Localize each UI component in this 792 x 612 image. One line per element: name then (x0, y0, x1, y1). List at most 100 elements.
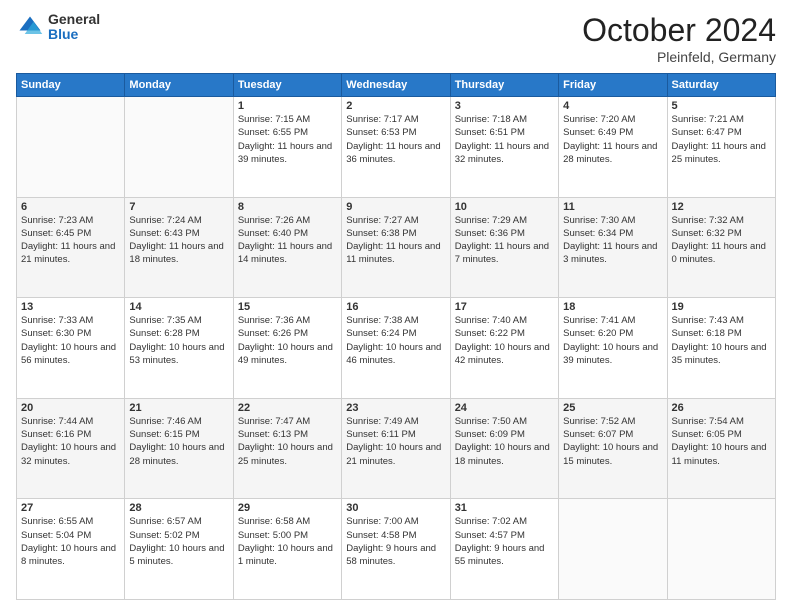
day-number: 17 (455, 301, 554, 313)
sunrise-text: Sunrise: 7:47 AM (238, 415, 337, 428)
day-cell-14: 14Sunrise: 7:35 AMSunset: 6:28 PMDayligh… (125, 298, 233, 399)
daylight-text: Daylight: 10 hours and 56 minutes. (21, 341, 120, 368)
day-cell-11: 11Sunrise: 7:30 AMSunset: 6:34 PMDayligh… (559, 197, 667, 298)
daylight-text: Daylight: 10 hours and 8 minutes. (21, 542, 120, 569)
day-info: Sunrise: 6:58 AMSunset: 5:00 PMDaylight:… (238, 515, 337, 568)
day-info: Sunrise: 7:27 AMSunset: 6:38 PMDaylight:… (346, 214, 445, 267)
day-number: 23 (346, 402, 445, 414)
daylight-text: Daylight: 10 hours and 25 minutes. (238, 441, 337, 468)
day-cell-9: 9Sunrise: 7:27 AMSunset: 6:38 PMDaylight… (342, 197, 450, 298)
day-cell-empty (125, 97, 233, 198)
day-info: Sunrise: 7:17 AMSunset: 6:53 PMDaylight:… (346, 113, 445, 166)
day-cell-empty (667, 499, 775, 600)
weekday-header-row: SundayMondayTuesdayWednesdayThursdayFrid… (17, 74, 776, 97)
day-number: 9 (346, 201, 445, 213)
logo-text: General Blue (48, 12, 100, 43)
day-cell-19: 19Sunrise: 7:43 AMSunset: 6:18 PMDayligh… (667, 298, 775, 399)
sunset-text: Sunset: 6:15 PM (129, 428, 228, 441)
day-info: Sunrise: 7:21 AMSunset: 6:47 PMDaylight:… (672, 113, 771, 166)
day-cell-26: 26Sunrise: 7:54 AMSunset: 6:05 PMDayligh… (667, 398, 775, 499)
day-number: 16 (346, 301, 445, 313)
week-row-5: 27Sunrise: 6:55 AMSunset: 5:04 PMDayligh… (17, 499, 776, 600)
day-cell-18: 18Sunrise: 7:41 AMSunset: 6:20 PMDayligh… (559, 298, 667, 399)
daylight-text: Daylight: 10 hours and 15 minutes. (563, 441, 662, 468)
day-info: Sunrise: 7:47 AMSunset: 6:13 PMDaylight:… (238, 415, 337, 468)
day-number: 7 (129, 201, 228, 213)
day-number: 5 (672, 100, 771, 112)
sunset-text: Sunset: 6:49 PM (563, 126, 662, 139)
day-number: 30 (346, 502, 445, 514)
logo-icon (16, 13, 44, 41)
day-cell-8: 8Sunrise: 7:26 AMSunset: 6:40 PMDaylight… (233, 197, 341, 298)
day-number: 24 (455, 402, 554, 414)
sunset-text: Sunset: 6:34 PM (563, 227, 662, 240)
daylight-text: Daylight: 10 hours and 35 minutes. (672, 341, 771, 368)
day-cell-7: 7Sunrise: 7:24 AMSunset: 6:43 PMDaylight… (125, 197, 233, 298)
sunrise-text: Sunrise: 7:30 AM (563, 214, 662, 227)
sunset-text: Sunset: 6:45 PM (21, 227, 120, 240)
day-info: Sunrise: 7:36 AMSunset: 6:26 PMDaylight:… (238, 314, 337, 367)
day-number: 19 (672, 301, 771, 313)
day-info: Sunrise: 7:41 AMSunset: 6:20 PMDaylight:… (563, 314, 662, 367)
sunset-text: Sunset: 6:43 PM (129, 227, 228, 240)
day-info: Sunrise: 7:29 AMSunset: 6:36 PMDaylight:… (455, 214, 554, 267)
day-number: 3 (455, 100, 554, 112)
sunrise-text: Sunrise: 7:50 AM (455, 415, 554, 428)
logo-blue-text: Blue (48, 27, 100, 42)
sunrise-text: Sunrise: 6:55 AM (21, 515, 120, 528)
day-info: Sunrise: 7:18 AMSunset: 6:51 PMDaylight:… (455, 113, 554, 166)
weekday-header-sunday: Sunday (17, 74, 125, 97)
sunrise-text: Sunrise: 7:38 AM (346, 314, 445, 327)
sunrise-text: Sunrise: 7:33 AM (21, 314, 120, 327)
weekday-header-saturday: Saturday (667, 74, 775, 97)
week-row-4: 20Sunrise: 7:44 AMSunset: 6:16 PMDayligh… (17, 398, 776, 499)
daylight-text: Daylight: 11 hours and 28 minutes. (563, 140, 662, 167)
sunset-text: Sunset: 6:47 PM (672, 126, 771, 139)
day-cell-13: 13Sunrise: 7:33 AMSunset: 6:30 PMDayligh… (17, 298, 125, 399)
day-cell-31: 31Sunrise: 7:02 AMSunset: 4:57 PMDayligh… (450, 499, 558, 600)
sunset-text: Sunset: 6:18 PM (672, 327, 771, 340)
daylight-text: Daylight: 10 hours and 5 minutes. (129, 542, 228, 569)
day-info: Sunrise: 7:54 AMSunset: 6:05 PMDaylight:… (672, 415, 771, 468)
sunrise-text: Sunrise: 7:27 AM (346, 214, 445, 227)
day-cell-29: 29Sunrise: 6:58 AMSunset: 5:00 PMDayligh… (233, 499, 341, 600)
sunset-text: Sunset: 6:30 PM (21, 327, 120, 340)
day-number: 4 (563, 100, 662, 112)
day-cell-23: 23Sunrise: 7:49 AMSunset: 6:11 PMDayligh… (342, 398, 450, 499)
sunrise-text: Sunrise: 7:54 AM (672, 415, 771, 428)
day-number: 20 (21, 402, 120, 414)
daylight-text: Daylight: 10 hours and 42 minutes. (455, 341, 554, 368)
day-info: Sunrise: 6:55 AMSunset: 5:04 PMDaylight:… (21, 515, 120, 568)
daylight-text: Daylight: 11 hours and 14 minutes. (238, 240, 337, 267)
sunrise-text: Sunrise: 7:44 AM (21, 415, 120, 428)
day-number: 15 (238, 301, 337, 313)
sunset-text: Sunset: 6:05 PM (672, 428, 771, 441)
day-cell-empty (17, 97, 125, 198)
day-info: Sunrise: 7:49 AMSunset: 6:11 PMDaylight:… (346, 415, 445, 468)
sunrise-text: Sunrise: 7:18 AM (455, 113, 554, 126)
sunset-text: Sunset: 6:36 PM (455, 227, 554, 240)
sunrise-text: Sunrise: 7:41 AM (563, 314, 662, 327)
sunset-text: Sunset: 5:02 PM (129, 529, 228, 542)
sunrise-text: Sunrise: 7:46 AM (129, 415, 228, 428)
sunrise-text: Sunrise: 7:43 AM (672, 314, 771, 327)
daylight-text: Daylight: 10 hours and 39 minutes. (563, 341, 662, 368)
day-cell-24: 24Sunrise: 7:50 AMSunset: 6:09 PMDayligh… (450, 398, 558, 499)
daylight-text: Daylight: 10 hours and 46 minutes. (346, 341, 445, 368)
daylight-text: Daylight: 11 hours and 21 minutes. (21, 240, 120, 267)
week-row-3: 13Sunrise: 7:33 AMSunset: 6:30 PMDayligh… (17, 298, 776, 399)
day-info: Sunrise: 7:02 AMSunset: 4:57 PMDaylight:… (455, 515, 554, 568)
day-number: 2 (346, 100, 445, 112)
sunset-text: Sunset: 6:11 PM (346, 428, 445, 441)
day-info: Sunrise: 7:26 AMSunset: 6:40 PMDaylight:… (238, 214, 337, 267)
day-cell-2: 2Sunrise: 7:17 AMSunset: 6:53 PMDaylight… (342, 97, 450, 198)
sunset-text: Sunset: 6:28 PM (129, 327, 228, 340)
weekday-header-thursday: Thursday (450, 74, 558, 97)
day-info: Sunrise: 7:32 AMSunset: 6:32 PMDaylight:… (672, 214, 771, 267)
sunrise-text: Sunrise: 7:02 AM (455, 515, 554, 528)
daylight-text: Daylight: 11 hours and 18 minutes. (129, 240, 228, 267)
day-number: 29 (238, 502, 337, 514)
day-number: 14 (129, 301, 228, 313)
sunset-text: Sunset: 5:00 PM (238, 529, 337, 542)
sunset-text: Sunset: 4:58 PM (346, 529, 445, 542)
